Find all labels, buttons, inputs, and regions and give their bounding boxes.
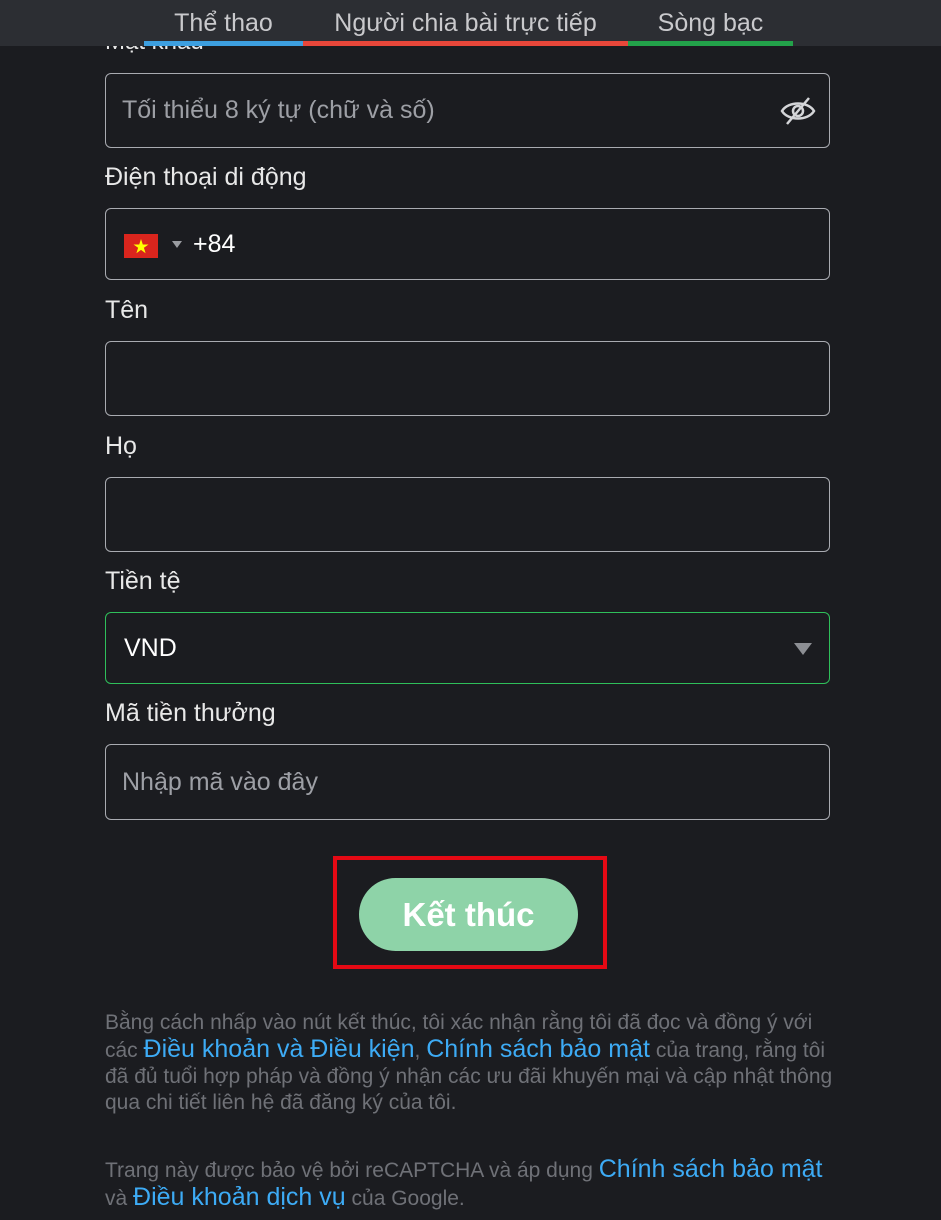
google-terms-of-service-link[interactable]: Điều khoản dịch vụ xyxy=(133,1183,346,1211)
recaptcha-notice: Trang này được bảo vệ bởi reCAPTCHA và á… xyxy=(105,1156,835,1212)
tab-live-dealer-underline xyxy=(303,41,628,46)
tab-live-dealer-label: Người chia bài trực tiếp xyxy=(334,9,597,37)
last-name-label: Họ xyxy=(105,432,137,460)
vietnam-flag-icon[interactable] xyxy=(124,234,158,258)
currency-selected-value: VND xyxy=(124,634,177,662)
eye-slash-icon[interactable] xyxy=(779,94,817,128)
country-dropdown-caret-icon[interactable] xyxy=(172,241,182,248)
tab-live-dealer[interactable]: Người chia bài trực tiếp xyxy=(303,0,628,46)
consent-comma: , xyxy=(414,1039,421,1062)
tab-casino-label: Sòng bạc xyxy=(657,9,764,37)
country-code: +84 xyxy=(193,230,236,258)
password-field[interactable]: Tối thiểu 8 ký tự (chữ và số) xyxy=(105,73,830,148)
top-navigation: Thể thao Người chia bài trực tiếp Sòng b… xyxy=(0,0,941,46)
tab-sports-underline xyxy=(144,41,303,46)
google-privacy-policy-link[interactable]: Chính sách bảo mật xyxy=(599,1155,823,1183)
tab-sports[interactable]: Thể thao xyxy=(144,0,303,46)
tab-casino[interactable]: Sòng bạc xyxy=(628,0,793,46)
consent-text: Bằng cách nhấp vào nút kết thúc, tôi xác… xyxy=(105,1010,835,1116)
phone-label: Điện thoại di động xyxy=(105,163,307,191)
recaptcha-text-part2: của Google. xyxy=(351,1187,465,1210)
first-name-field[interactable] xyxy=(105,341,830,416)
finish-button[interactable]: Kết thúc xyxy=(359,878,578,951)
privacy-policy-link[interactable]: Chính sách bảo mật xyxy=(426,1035,650,1063)
last-name-field[interactable] xyxy=(105,477,830,552)
bonus-code-label: Mã tiền thưởng xyxy=(105,699,276,727)
first-name-label: Tên xyxy=(105,296,149,324)
recaptcha-text-part1: Trang này được bảo vệ bởi reCAPTCHA và á… xyxy=(105,1159,593,1182)
chevron-down-icon[interactable] xyxy=(794,643,812,655)
password-placeholder: Tối thiểu 8 ký tự (chữ và số) xyxy=(122,96,435,124)
bonus-code-placeholder: Nhập mã vào đây xyxy=(122,768,318,796)
tab-sports-label: Thể thao xyxy=(174,9,273,37)
recaptcha-and-text: và xyxy=(105,1187,128,1210)
currency-label: Tiền tệ xyxy=(105,567,181,595)
currency-select[interactable]: VND xyxy=(105,612,830,684)
terms-and-conditions-link[interactable]: Điều khoản và Điều kiện xyxy=(144,1035,415,1063)
phone-field[interactable]: +84 xyxy=(105,208,830,280)
tab-casino-underline xyxy=(628,41,793,46)
bonus-code-field[interactable]: Nhập mã vào đây xyxy=(105,744,830,820)
